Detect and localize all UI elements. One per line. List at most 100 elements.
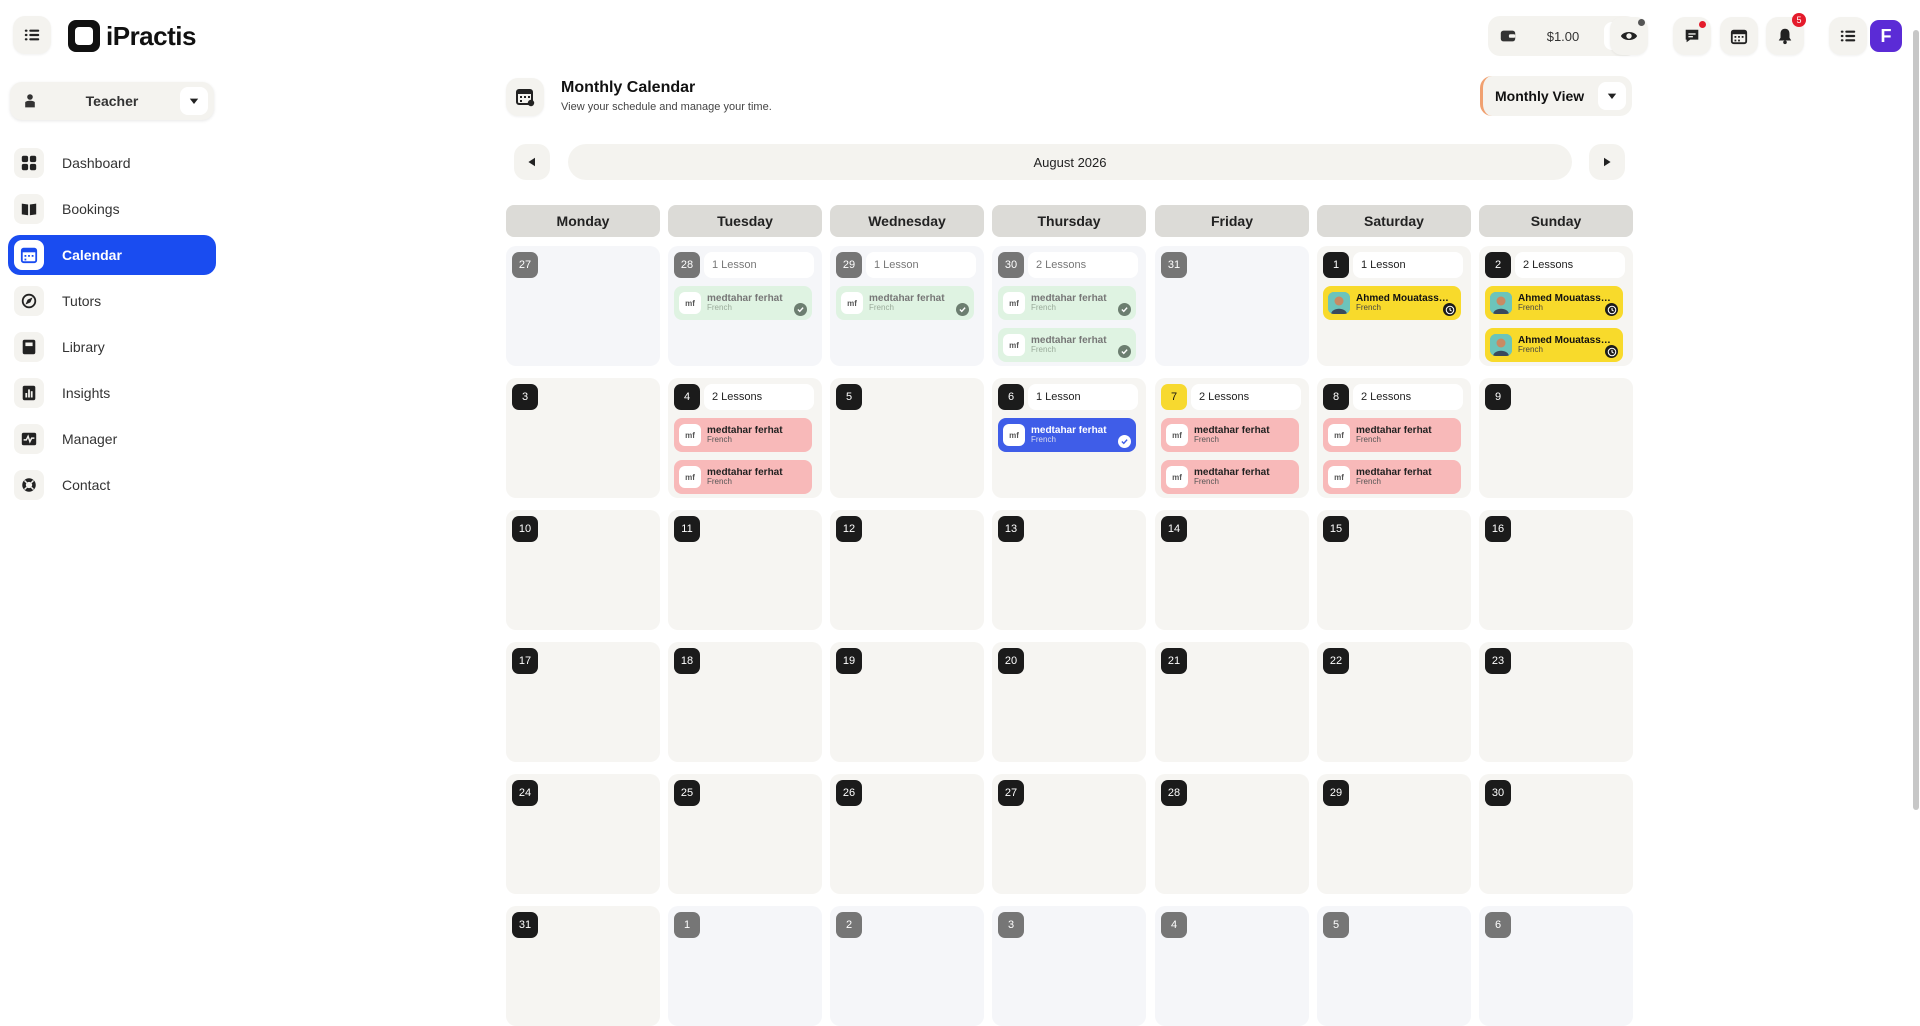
day-cell[interactable]: 31 bbox=[1155, 246, 1309, 366]
sidebar-item-tutors[interactable]: Tutors bbox=[8, 281, 216, 321]
day-cell[interactable]: 9 bbox=[1479, 378, 1633, 498]
lesson-item[interactable]: Ahmed Mouatassem... French bbox=[1485, 286, 1623, 320]
notifications-button[interactable]: 5 bbox=[1766, 13, 1806, 55]
day-cell[interactable]: 25 bbox=[668, 774, 822, 894]
day-cell[interactable]: 2 bbox=[830, 906, 984, 1026]
day-cell[interactable]: 26 bbox=[830, 774, 984, 894]
sidebar-item-label: Insights bbox=[62, 385, 111, 401]
day-cell[interactable]: 17 bbox=[506, 642, 660, 762]
day-cell[interactable]: 22 Lessons Ahmed Mouatassem... French Ahmed… bbox=[1479, 246, 1633, 366]
sidebar-item-contact[interactable]: Contact bbox=[8, 465, 216, 505]
apps-menu-button[interactable] bbox=[1829, 17, 1867, 55]
day-cell[interactable]: 12 bbox=[830, 510, 984, 630]
lesson-item[interactable]: mf medtahar ferhat French bbox=[998, 286, 1136, 320]
day-number: 1 bbox=[1323, 252, 1349, 278]
lesson-item[interactable]: mf medtahar ferhat French bbox=[998, 418, 1136, 452]
day-cell[interactable]: 30 2 Lessons mf medtahar ferhat French mf medt… bbox=[992, 246, 1146, 366]
day-cell[interactable]: 14 bbox=[1155, 510, 1309, 630]
lesson-item[interactable]: mf medtahar ferhat French bbox=[674, 460, 812, 494]
day-number: 4 bbox=[674, 384, 700, 410]
day-cell[interactable]: 4 bbox=[1155, 906, 1309, 1026]
insights-icon bbox=[14, 378, 44, 408]
day-number: 9 bbox=[1485, 384, 1511, 410]
sidebar-item-library[interactable]: Library bbox=[8, 327, 216, 367]
sidebar-item-calendar[interactable]: Calendar bbox=[8, 235, 216, 275]
day-cell[interactable]: 21 bbox=[1155, 642, 1309, 762]
day-cell[interactable]: 31 bbox=[506, 906, 660, 1026]
day-number: 26 bbox=[836, 780, 862, 806]
weekday-header-sunday: Sunday bbox=[1479, 205, 1633, 237]
lesson-item[interactable]: mf medtahar ferhat French bbox=[1161, 460, 1299, 494]
sidebar-item-insights[interactable]: Insights bbox=[8, 373, 216, 413]
page-scrollbar[interactable] bbox=[1913, 30, 1919, 810]
day-cell[interactable]: 23 bbox=[1479, 642, 1633, 762]
calendar-shortcut-button[interactable] bbox=[1720, 17, 1758, 55]
day-cell[interactable]: 5 bbox=[830, 378, 984, 498]
day-number: 14 bbox=[1161, 516, 1187, 542]
lesson-item[interactable]: mf medtahar ferhat French bbox=[998, 328, 1136, 362]
lesson-item[interactable]: mf medtahar ferhat French bbox=[1323, 418, 1461, 452]
day-cell[interactable]: 6 bbox=[1479, 906, 1633, 1026]
day-cell[interactable]: 15 bbox=[1317, 510, 1471, 630]
day-cell[interactable]: 20 bbox=[992, 642, 1146, 762]
day-number: 29 bbox=[836, 252, 862, 278]
user-avatar[interactable]: F bbox=[1870, 20, 1902, 52]
previous-month-button[interactable] bbox=[514, 144, 550, 180]
day-cell[interactable]: 27 bbox=[992, 774, 1146, 894]
day-number: 15 bbox=[1323, 516, 1349, 542]
sidebar-item-dashboard[interactable]: Dashboard bbox=[8, 143, 216, 183]
day-cell[interactable]: 61 Lesson mf medtahar ferhat French bbox=[992, 378, 1146, 498]
day-cell[interactable]: 11 Lesson Ahmed Mouatassem... French bbox=[1317, 246, 1471, 366]
lesson-item[interactable]: Ahmed Mouatassem... French bbox=[1485, 328, 1623, 362]
clock-icon bbox=[1443, 303, 1456, 316]
day-cell[interactable]: 29 bbox=[1317, 774, 1471, 894]
day-cell[interactable]: 27 bbox=[506, 246, 660, 366]
day-cell[interactable]: 28 1 Lesson mf medtahar ferhat French bbox=[668, 246, 822, 366]
next-month-button[interactable] bbox=[1589, 144, 1625, 180]
lesson-item[interactable]: mf medtahar ferhat French bbox=[1323, 460, 1461, 494]
sidebar-item-label: Contact bbox=[62, 477, 111, 493]
messages-button[interactable] bbox=[1673, 17, 1711, 55]
page-title: Monthly Calendar bbox=[561, 79, 696, 96]
lesson-item[interactable]: mf medtahar ferhat French bbox=[674, 286, 812, 320]
day-cell[interactable]: 13 bbox=[992, 510, 1146, 630]
day-cell[interactable]: 72 Lessons mf medtahar ferhat French mf medta… bbox=[1155, 378, 1309, 498]
day-cell[interactable]: 19 bbox=[830, 642, 984, 762]
day-cell[interactable]: 82 Lessons mf medtahar ferhat French mf medta… bbox=[1317, 378, 1471, 498]
chevron-down-icon[interactable] bbox=[180, 87, 208, 115]
lesson-language: French bbox=[1356, 477, 1381, 487]
sidebar-toggle-button[interactable] bbox=[13, 16, 51, 54]
clock-icon bbox=[1605, 345, 1618, 358]
day-cell[interactable]: 22 bbox=[1317, 642, 1471, 762]
lifebuoy-icon bbox=[14, 470, 44, 500]
sidebar-item-manager[interactable]: Manager bbox=[8, 419, 216, 459]
day-cell[interactable]: 28 bbox=[1155, 774, 1309, 894]
lesson-item[interactable]: mf medtahar ferhat French bbox=[1161, 418, 1299, 452]
day-cell[interactable]: 29 1 Lesson mf medtahar ferhat French bbox=[830, 246, 984, 366]
day-cell[interactable]: 16 bbox=[1479, 510, 1633, 630]
role-selector[interactable]: Teacher bbox=[10, 82, 214, 120]
chevron-right-icon bbox=[1604, 157, 1611, 167]
visibility-button[interactable] bbox=[1610, 17, 1648, 55]
student-avatar bbox=[1490, 334, 1512, 356]
day-cell[interactable]: 11 bbox=[668, 510, 822, 630]
day-cell[interactable]: 30 bbox=[1479, 774, 1633, 894]
day-cell[interactable]: 24 bbox=[506, 774, 660, 894]
day-cell[interactable]: 3 bbox=[506, 378, 660, 498]
sidebar-item-bookings[interactable]: Bookings bbox=[8, 189, 216, 229]
chevron-down-icon[interactable] bbox=[1598, 82, 1626, 110]
day-cell[interactable]: 10 bbox=[506, 510, 660, 630]
view-selector[interactable]: Monthly View bbox=[1480, 76, 1632, 116]
lesson-item[interactable]: mf medtahar ferhat French bbox=[836, 286, 974, 320]
app-logo[interactable]: iPractis bbox=[68, 20, 196, 52]
lesson-item[interactable]: Ahmed Mouatassem... French bbox=[1323, 286, 1461, 320]
day-cell[interactable]: 5 bbox=[1317, 906, 1471, 1026]
day-number: 2 bbox=[836, 912, 862, 938]
day-cell[interactable]: 18 bbox=[668, 642, 822, 762]
day-number: 21 bbox=[1161, 648, 1187, 674]
lesson-item[interactable]: mf medtahar ferhat French bbox=[674, 418, 812, 452]
day-cell[interactable]: 42 Lessons mf medtahar ferhat French mf medta… bbox=[668, 378, 822, 498]
day-cell[interactable]: 3 bbox=[992, 906, 1146, 1026]
student-avatar: mf bbox=[1328, 466, 1350, 488]
day-cell[interactable]: 1 bbox=[668, 906, 822, 1026]
